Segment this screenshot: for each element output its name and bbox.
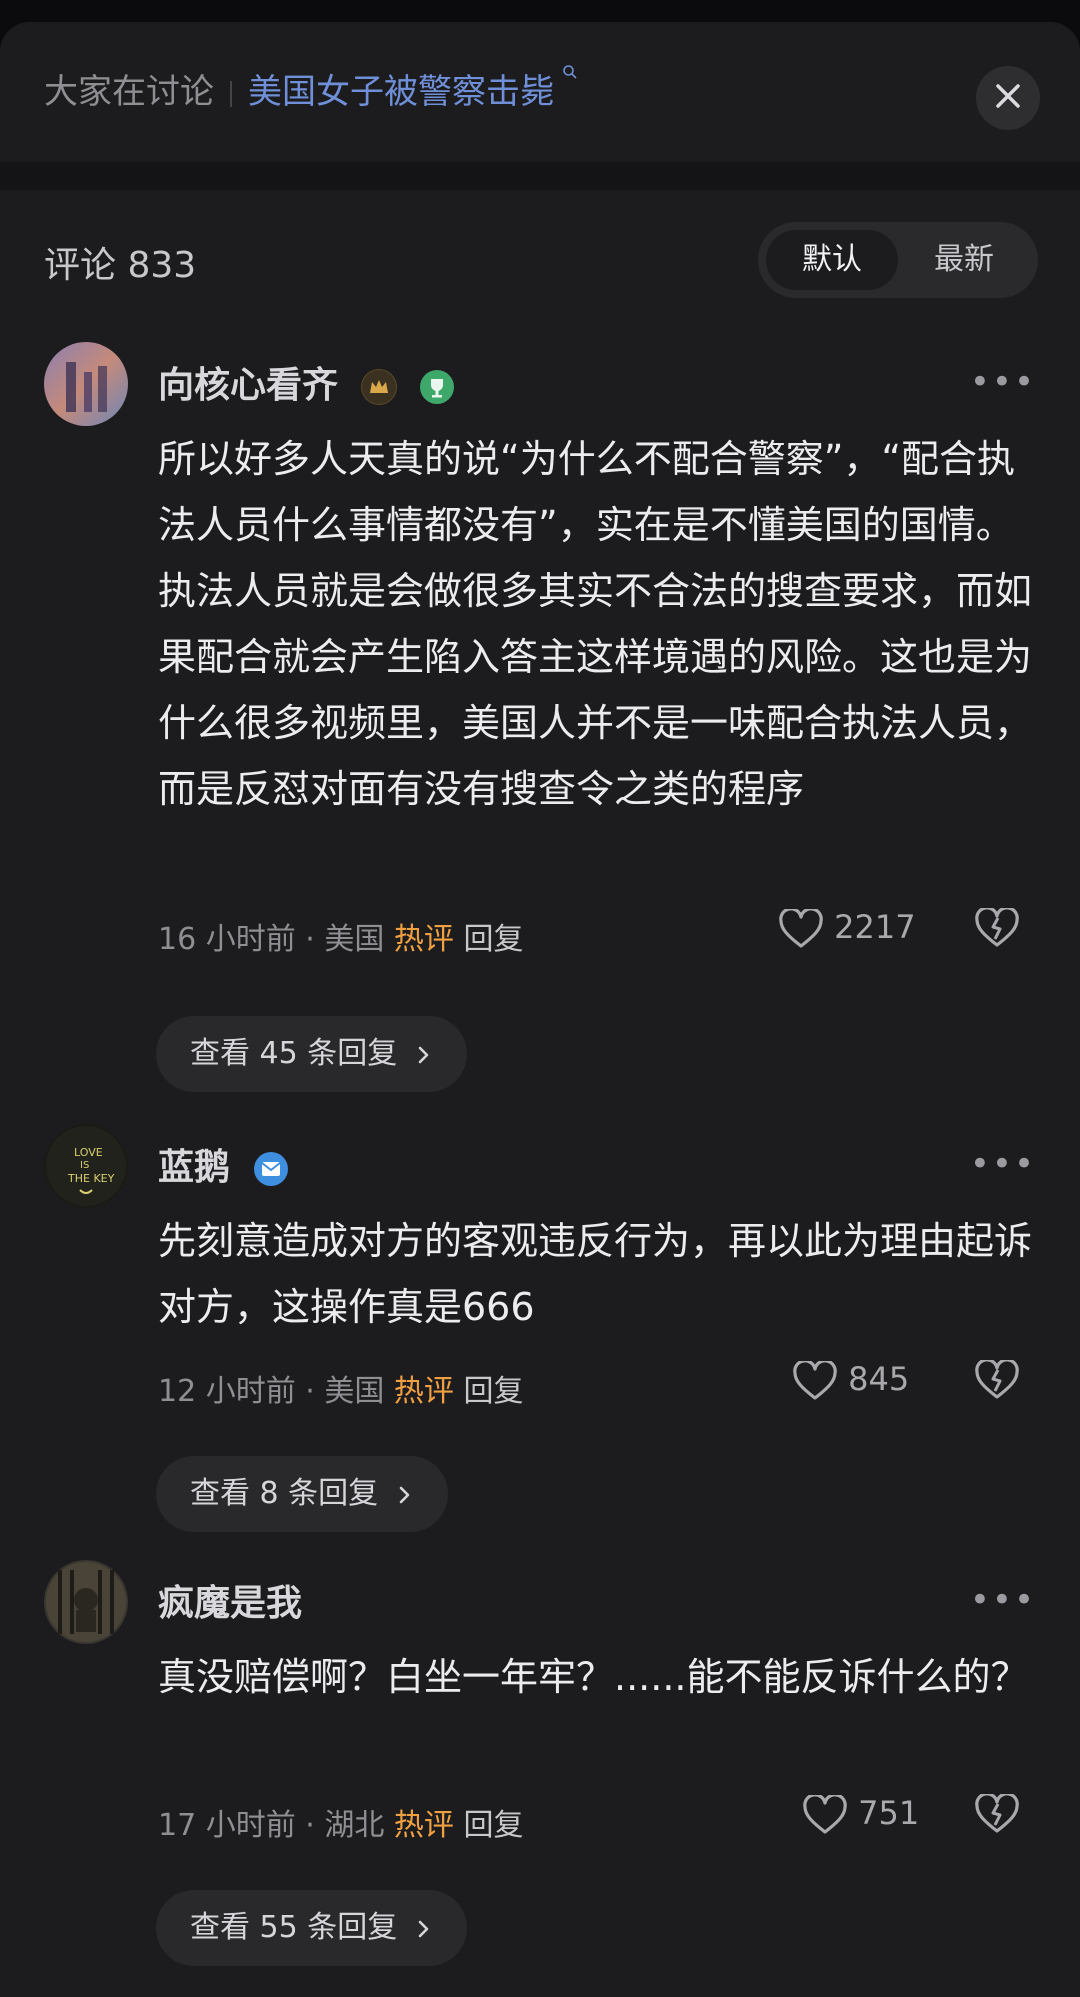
verified-badge-icon	[253, 1151, 289, 1187]
view-replies-label: 查看 8 条回复	[190, 1476, 379, 1511]
more-options-icon[interactable]: •••	[970, 1580, 1036, 1620]
avatar[interactable]: LOVE IS THE KEY	[44, 1124, 128, 1208]
comments-sheet: 大家在讨论 美国女子被警察击毙 评论 833 默认 最新 向核心看齐 ••• 所…	[0, 22, 1080, 1997]
view-replies-label: 查看 45 条回复	[190, 1036, 398, 1071]
svg-text:LOVE: LOVE	[74, 1146, 103, 1159]
chevron-right-icon	[388, 1476, 414, 1511]
heart-icon	[778, 907, 834, 948]
comment-text: 先刻意造成对方的客观违反行为，再以此为理由起诉对方，这操作真是666	[158, 1219, 1033, 1329]
username[interactable]: 疯魔是我	[158, 1574, 302, 1626]
more-options-icon[interactable]: •••	[970, 1144, 1036, 1184]
discussion-prefix: 大家在讨论	[44, 72, 214, 112]
comment-meta: 17 小时前 · 湖北 热评 回复	[158, 1800, 523, 1844]
like-count: 751	[858, 1794, 920, 1832]
avatar[interactable]	[44, 1560, 128, 1644]
reply-button[interactable]: 回复	[463, 1374, 523, 1409]
like-count: 2217	[834, 908, 916, 946]
username[interactable]: 蓝鹅	[158, 1138, 289, 1190]
more-options-icon[interactable]: •••	[970, 362, 1036, 402]
username-text: 蓝鹅	[158, 1147, 231, 1188]
username-text: 疯魔是我	[158, 1583, 303, 1624]
sort-latest-button[interactable]: 最新	[898, 230, 1030, 290]
search-icon	[556, 64, 578, 85]
comment-count: 评论 833	[44, 245, 197, 286]
view-replies-button[interactable]: 查看 8 条回复	[156, 1456, 448, 1532]
view-replies-label: 查看 55 条回复	[190, 1910, 398, 1945]
dislike-icon	[974, 1792, 1020, 1833]
sort-toggle: 默认 最新	[758, 222, 1038, 298]
close-icon	[993, 81, 1023, 115]
header-divider	[0, 162, 1080, 190]
header-separator	[230, 80, 232, 107]
like-button[interactable]: 2217	[778, 907, 916, 949]
view-replies-button[interactable]: 查看 55 条回复	[156, 1890, 467, 1966]
close-button[interactable]	[976, 66, 1040, 130]
sheet-header: 大家在讨论 美国女子被警察击毙	[0, 22, 1080, 162]
hot-comment-badge: 热评	[393, 922, 454, 957]
dislike-icon	[974, 1358, 1020, 1399]
username-text: 向核心看齐	[158, 365, 339, 406]
like-button[interactable]: 751	[802, 1793, 920, 1835]
dislike-button[interactable]	[974, 1358, 1020, 1400]
comment-time: 17 小时前	[158, 1808, 296, 1843]
heart-icon	[802, 1793, 858, 1834]
comment-meta: 12 小时前 · 美国 热评 回复	[158, 1366, 523, 1410]
topic-link[interactable]: 美国女子被警察击毙	[248, 72, 554, 112]
like-button[interactable]: 845	[792, 1359, 910, 1401]
svg-text:THE KEY: THE KEY	[67, 1172, 115, 1185]
chevron-right-icon	[407, 1036, 433, 1071]
heart-icon	[792, 1359, 848, 1400]
chevron-right-icon	[407, 1910, 433, 1945]
comment-meta: 16 小时前 · 美国 热评 回复	[158, 914, 523, 958]
comment-location: 美国	[324, 922, 385, 957]
comment-time: 16 小时前	[158, 922, 296, 957]
meta-dot: ·	[305, 1374, 315, 1409]
hot-comment-badge: 热评	[393, 1374, 454, 1409]
reply-button[interactable]: 回复	[463, 922, 523, 957]
level-badge-icon	[360, 369, 397, 405]
dislike-button[interactable]	[974, 906, 1020, 948]
comment-location: 美国	[324, 1374, 385, 1409]
comment-time: 12 小时前	[158, 1374, 296, 1409]
comment-text: 所以好多人天真的说“为什么不配合警察”，“配合执法人员什么事情都没有”，实在是不…	[158, 437, 1033, 811]
discussion-label: 大家在讨论 美国女子被警察击毙	[44, 64, 578, 113]
view-replies-button[interactable]: 查看 45 条回复	[156, 1016, 467, 1092]
meta-dot: ·	[305, 1808, 315, 1843]
username[interactable]: 向核心看齐	[158, 356, 455, 408]
like-count: 845	[848, 1360, 910, 1398]
svg-text:IS: IS	[80, 1160, 89, 1171]
comment-location: 湖北	[324, 1808, 385, 1843]
reply-button[interactable]: 回复	[463, 1808, 523, 1843]
dislike-icon	[974, 906, 1020, 947]
meta-dot: ·	[305, 922, 315, 957]
trophy-badge-icon	[419, 369, 455, 405]
dislike-button[interactable]	[974, 1792, 1020, 1834]
sort-default-button[interactable]: 默认	[766, 230, 898, 290]
avatar[interactable]	[44, 342, 128, 426]
comment-text: 真没赔偿啊？白坐一年牢？......能不能反诉什么的？	[158, 1655, 1029, 1699]
hot-comment-badge: 热评	[393, 1808, 454, 1843]
